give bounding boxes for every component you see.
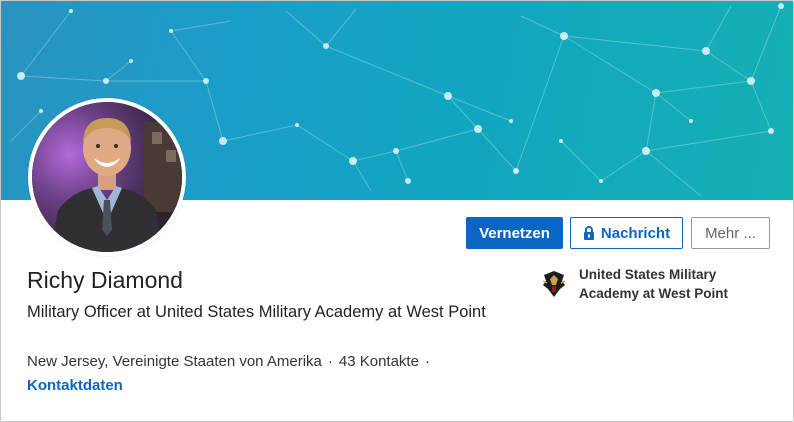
profile-name: Richy Diamond	[27, 267, 183, 293]
profile-meta: New Jersey, Vereinigte Staaten von Ameri…	[27, 353, 436, 370]
west-point-crest-icon	[541, 269, 567, 299]
connections-count[interactable]: 43 Kontakte	[339, 353, 419, 370]
person-photo-icon	[32, 102, 182, 252]
connect-button-label: Vernetzen	[479, 224, 550, 242]
meta-separator: ·	[327, 353, 333, 370]
profile-headline: Military Officer at United States Milita…	[27, 303, 486, 321]
message-button-label: Nachricht	[600, 224, 671, 242]
lock-icon	[583, 226, 595, 240]
connect-button[interactable]: Vernetzen	[466, 217, 563, 249]
education-school-name: United States Military Academy at West P…	[579, 267, 729, 301]
message-button[interactable]: Nachricht	[570, 217, 683, 249]
contact-info-link[interactable]: Kontaktdaten	[27, 377, 123, 394]
profile-card: Vernetzen Nachricht Mehr ... Richy Diamo…	[0, 0, 794, 422]
more-button-label: Mehr ...	[705, 224, 756, 242]
more-button[interactable]: Mehr ...	[691, 217, 770, 249]
profile-location: New Jersey, Vereinigte Staaten von Ameri…	[27, 353, 322, 370]
meta-separator: ·	[424, 353, 430, 370]
profile-photo[interactable]	[28, 98, 186, 256]
